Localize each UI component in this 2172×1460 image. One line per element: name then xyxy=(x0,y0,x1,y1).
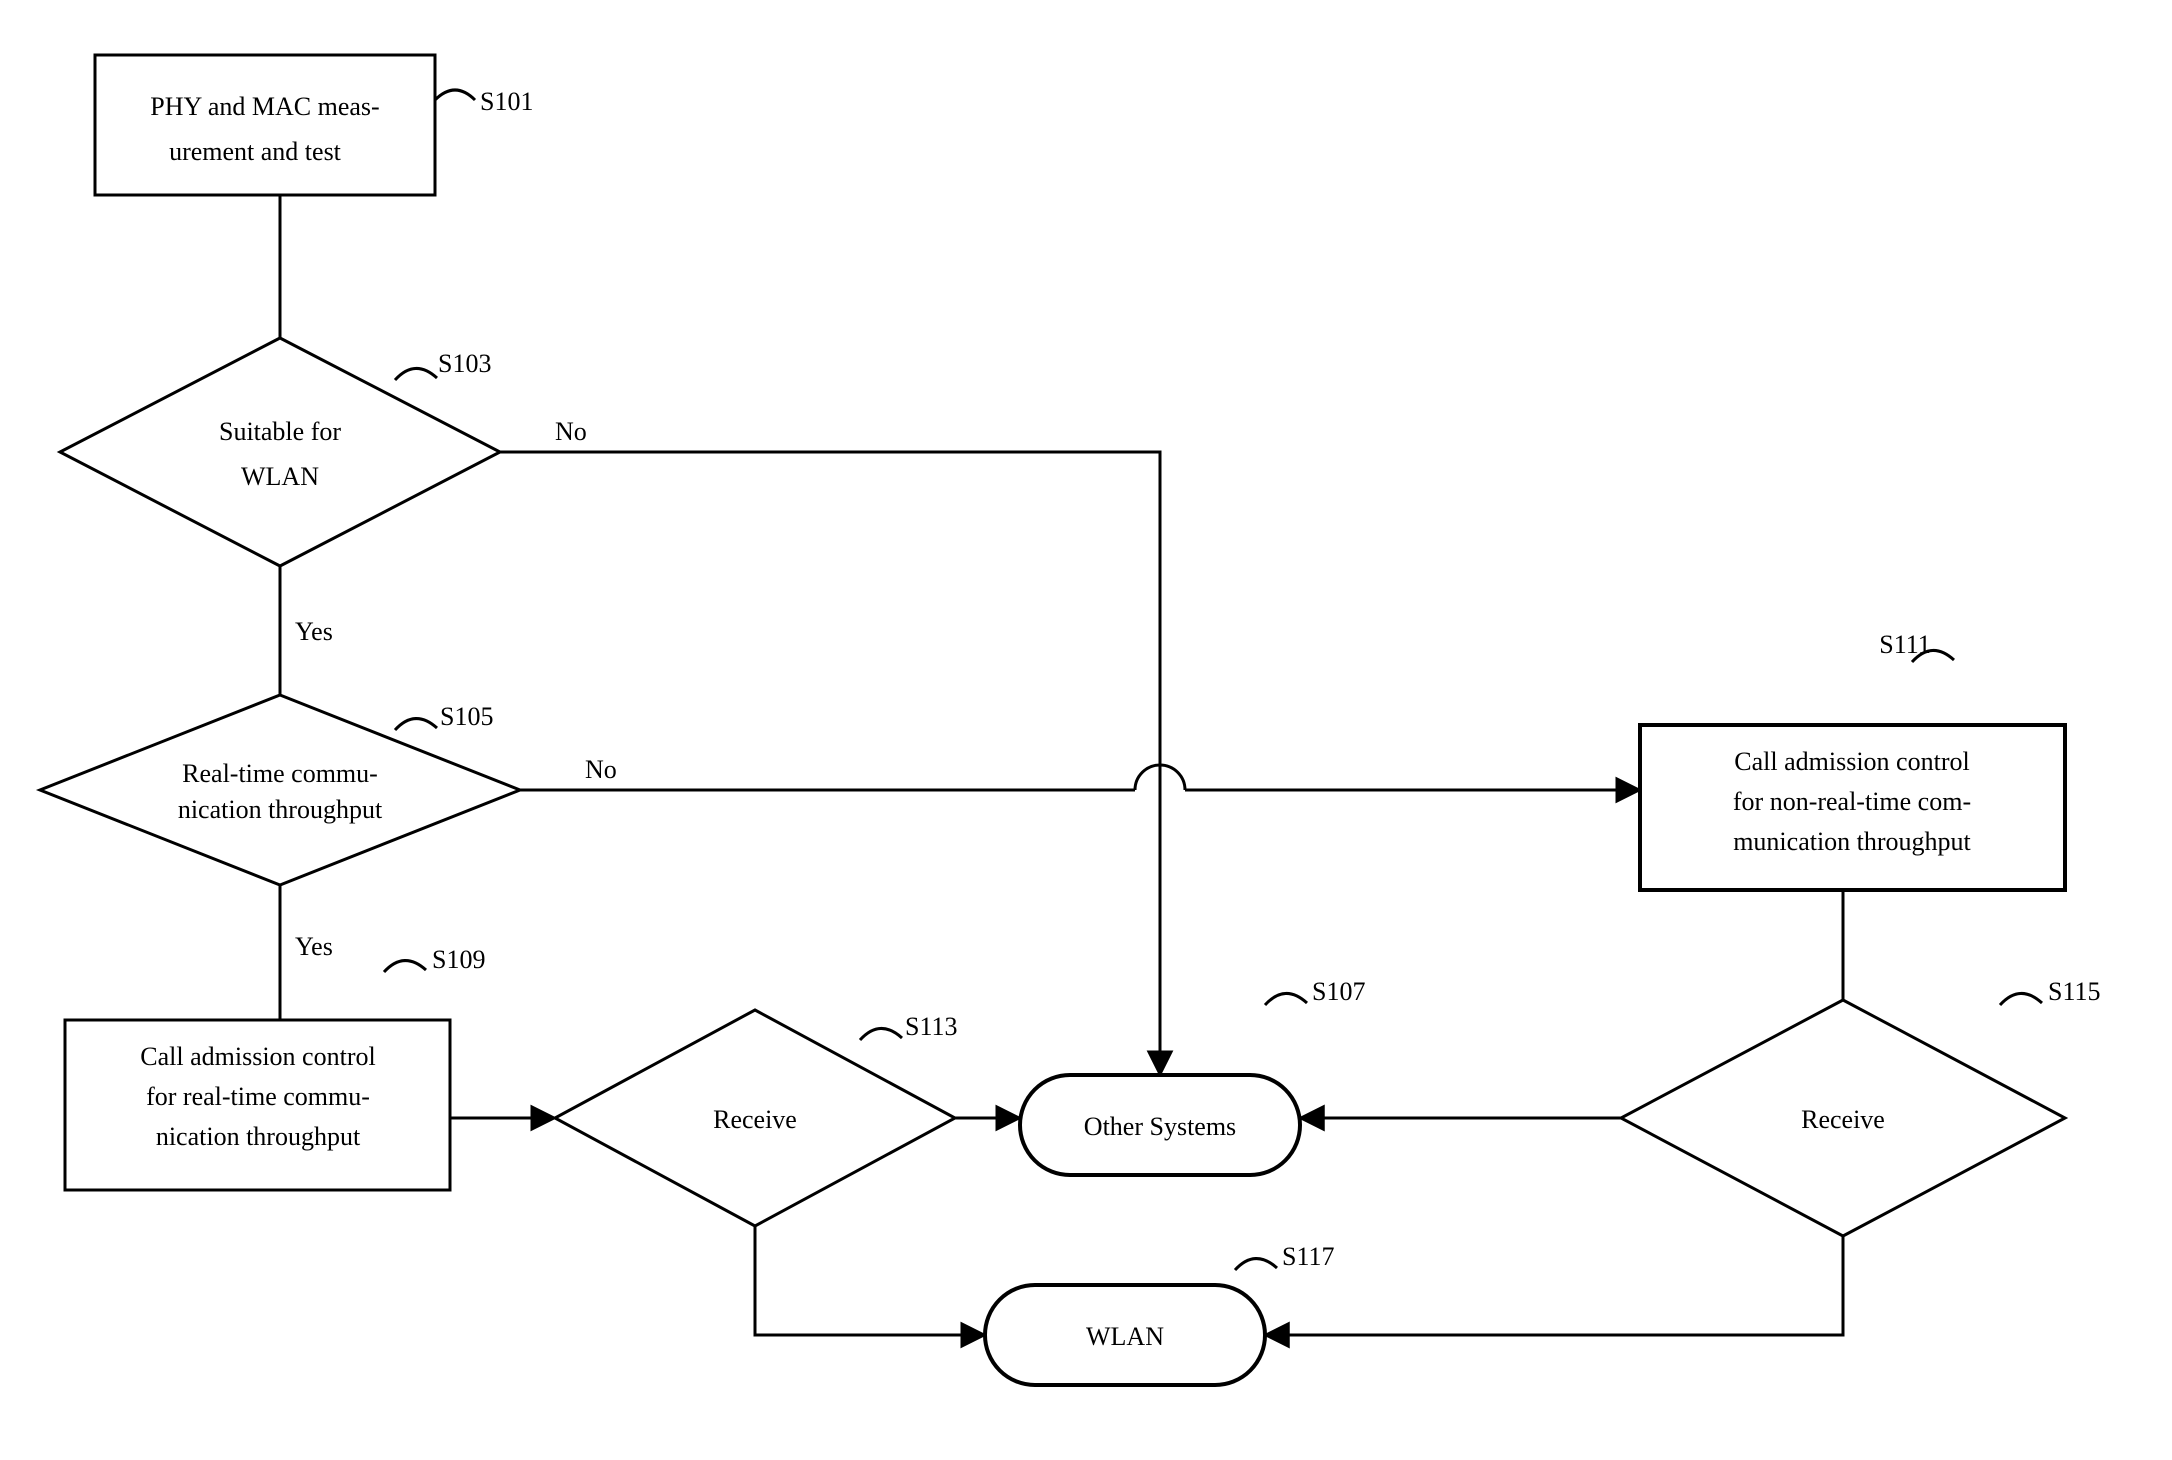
s109-ref: S109 xyxy=(432,945,485,974)
node-s107-terminator: Other Systems S107 xyxy=(1020,977,1365,1175)
node-s109-process: Call admission control for real-time com… xyxy=(65,945,485,1190)
node-s103-decision: Suitable for WLAN S103 xyxy=(60,338,500,566)
s111-line3: munication throughput xyxy=(1733,827,1971,856)
node-s111-process: Call admission control for non-real-time… xyxy=(1640,630,2065,890)
s111-line1: Call admission control xyxy=(1734,747,1969,776)
edge-s113-s117 xyxy=(755,1226,985,1335)
s101-ref: S101 xyxy=(480,87,533,116)
s103-ref: S103 xyxy=(438,349,491,378)
s109-line3: nication throughput xyxy=(156,1122,361,1151)
edge-s115-s117 xyxy=(1265,1236,1843,1335)
s107-line1: Other Systems xyxy=(1084,1112,1236,1141)
edge-s103-no: No xyxy=(500,417,1160,1075)
s109-line2: for real-time commu- xyxy=(146,1082,370,1111)
s111-ref: S111 xyxy=(1879,630,1931,659)
s103-line2: WLAN xyxy=(241,462,319,491)
s111-line2: for non-real-time com- xyxy=(1733,787,1971,816)
edge-s105-no: No xyxy=(520,755,1640,790)
s113-line1: Receive xyxy=(713,1105,797,1134)
s115-ref: S115 xyxy=(2048,977,2101,1006)
s117-line1: WLAN xyxy=(1086,1322,1164,1351)
s105-line2: nication throughput xyxy=(178,795,383,824)
s105-yes-label: Yes xyxy=(295,932,333,961)
edge-s105-yes: Yes xyxy=(280,885,333,1020)
s109-line1: Call admission control xyxy=(140,1042,375,1071)
node-s117-terminator: WLAN S117 xyxy=(985,1242,1335,1385)
s115-line1: Receive xyxy=(1801,1105,1885,1134)
s117-ref: S117 xyxy=(1282,1242,1335,1271)
node-s105-decision: Real-time commu- nication throughput S10… xyxy=(40,695,520,885)
s105-line1: Real-time commu- xyxy=(182,759,378,788)
edge-s103-yes: Yes xyxy=(280,566,333,695)
s101-line1: PHY and MAC meas- xyxy=(150,92,379,121)
flowchart-canvas: PHY and MAC meas- urement and test S101 … xyxy=(0,0,2172,1460)
s113-ref: S113 xyxy=(905,1012,958,1041)
s105-ref: S105 xyxy=(440,702,493,731)
node-s113-decision: Receive S113 xyxy=(555,1010,958,1226)
s107-ref: S107 xyxy=(1312,977,1365,1006)
s103-yes-label: Yes xyxy=(295,617,333,646)
s103-no-label: No xyxy=(555,417,587,446)
s101-line2: urement and test xyxy=(169,137,342,166)
node-s101-process: PHY and MAC meas- urement and test S101 xyxy=(95,55,533,195)
s105-no-label: No xyxy=(585,755,617,784)
node-s115-decision: Receive S115 xyxy=(1621,977,2101,1236)
s103-line1: Suitable for xyxy=(219,417,341,446)
